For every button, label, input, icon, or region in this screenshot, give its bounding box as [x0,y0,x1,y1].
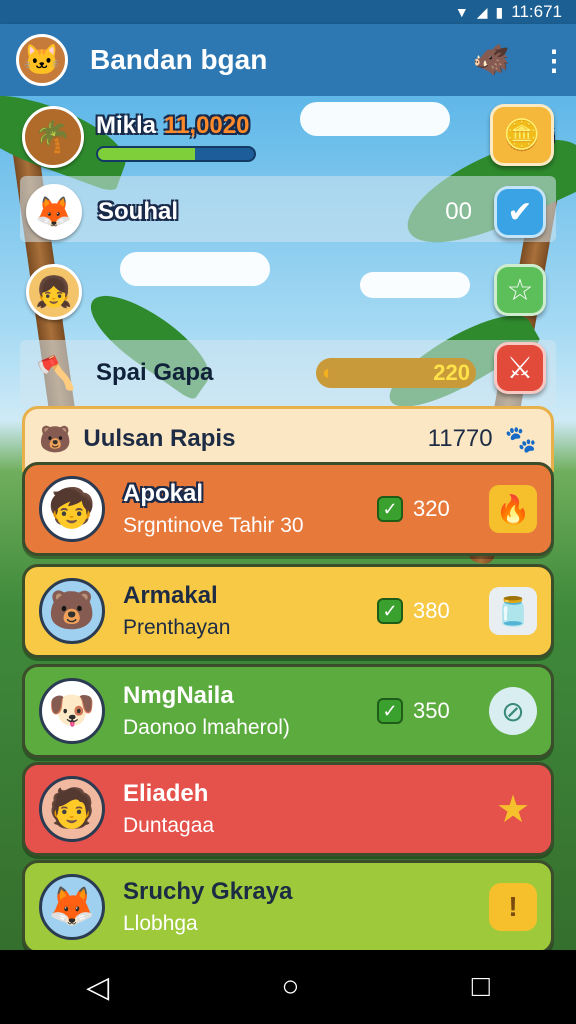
sword-icon[interactable]: ⚔ [494,342,546,394]
entry-points: 320 [413,496,450,521]
player-avatar-icon: 🐻 [39,578,105,644]
entry-name: Apokal [123,480,204,507]
coin-icon: ◐ [322,361,335,384]
gold-coin-icon[interactable]: ! [489,883,537,931]
pet-icon[interactable]: 🐗 [473,43,510,78]
check-icon[interactable]: ✔ [494,186,546,238]
recents-icon[interactable]: □ [472,970,490,1004]
app-title: Bandan bgan [90,44,268,75]
check-icon: ✓ [377,598,403,624]
battery-icon: ▮ [495,3,504,20]
entry-subtitle: Llobhga [123,912,198,935]
leaderboard-entry[interactable]: 🐻 Armakal Prenthayan ✓ 380 🫙 [22,564,554,658]
leaderboard: 🐻 Uulsan Rapis 11770 🐾 🧒 Apokal Srgntino… [22,406,554,954]
coin-icon[interactable]: 🪙 [490,104,554,166]
player-progress-bar [96,146,256,162]
progress-fill [98,148,195,160]
entry-points: 380 [413,598,450,623]
jar-icon[interactable]: 🫙 [489,587,537,635]
home-icon[interactable]: ○ [281,970,299,1004]
leaderboard-entry[interactable]: 🦊 Sruchy Gkraya Llobhga ! [22,860,554,954]
player-avatar-icon: 🧒 [39,476,105,542]
entry-subtitle: Srgntinove Tahir 30 [123,514,304,537]
entry-name: Eliadeh [123,780,209,807]
leaderboard-entry[interactable]: 🧒 Apokal Srgntinove Tahir 30 ✓ 320 🔥 [22,462,554,556]
axe-icon[interactable]: 🪓 [30,347,82,399]
entry-subtitle: Daonoo lmaherol) [123,716,290,739]
entry-subtitle: Prenthayan [123,616,231,639]
cat-avatar-icon[interactable]: 🐱 [16,34,68,86]
app-bar: 🐱 Bandan bgan 🐗 ⋮ [0,24,576,96]
fire-bucket-icon[interactable]: 🔥 [489,485,537,533]
player-avatar-icon: 🦊 [39,874,105,940]
row4-label: Spai Gapa [96,359,214,386]
paw-icon: 🐾 [504,423,537,454]
girl-avatar-icon[interactable]: 👧 [26,264,82,320]
more-vert-icon[interactable]: ⋮ [540,44,568,77]
player-info: Mikla 11,0020 [96,112,256,162]
check-icon: ✓ [377,496,403,522]
leaderboard-score: 11770 [427,425,493,452]
system-nav-bar: ◁ ○ □ [0,950,576,1024]
leaderboard-title: Uulsan Rapis [83,425,236,452]
wifi-icon: ▼ [454,4,469,20]
row4-bar: ◐ 220 [316,358,476,388]
hud-row-4: 🪓 Spai Gapa ◐ 220 [0,344,576,402]
row2-value: 00 [445,198,472,225]
fox-avatar-icon[interactable]: 🦊 [26,184,82,240]
back-icon[interactable]: ◁ [86,970,109,1005]
star-icon[interactable]: ★ [489,785,537,833]
entry-name: Sruchy Gkraya [123,878,293,905]
player-name: Mikla [96,112,157,139]
leaderboard-entry[interactable]: 🐶 NmgNaila Daonoo lmaherol) ✓ 350 ⊘ [22,664,554,758]
bear-icon: 🐻 [39,423,72,454]
leaderboard-entry[interactable]: 🧑 Eliadeh Duntagaa ★ [22,762,554,856]
row4-value: 220 [433,360,470,385]
star-outline-icon[interactable]: ☆ [494,264,546,316]
hud-row-3: 👧 [0,262,576,322]
status-bar: ▼ ◢ ▮ 11:671 [0,0,576,24]
compass-icon[interactable]: ⊘ [489,687,537,735]
check-icon: ✓ [377,698,403,724]
palm-badge-icon[interactable]: 🌴 [22,106,84,168]
entry-points: 350 [413,698,450,723]
signal-icon: ◢ [476,3,488,20]
status-time: 11:671 [511,2,562,21]
entry-name: Armakal [123,582,218,609]
player-points: 11,0020 [164,112,250,139]
row2-label: Souhal [98,198,179,225]
entry-name: NmgNaila [123,682,234,709]
entry-subtitle: Duntagaa [123,814,215,837]
hud-row-2: 🦊 Souhal 00 [0,182,576,242]
player-avatar-icon: 🐶 [39,678,105,744]
player-avatar-icon: 🧑 [39,776,105,842]
